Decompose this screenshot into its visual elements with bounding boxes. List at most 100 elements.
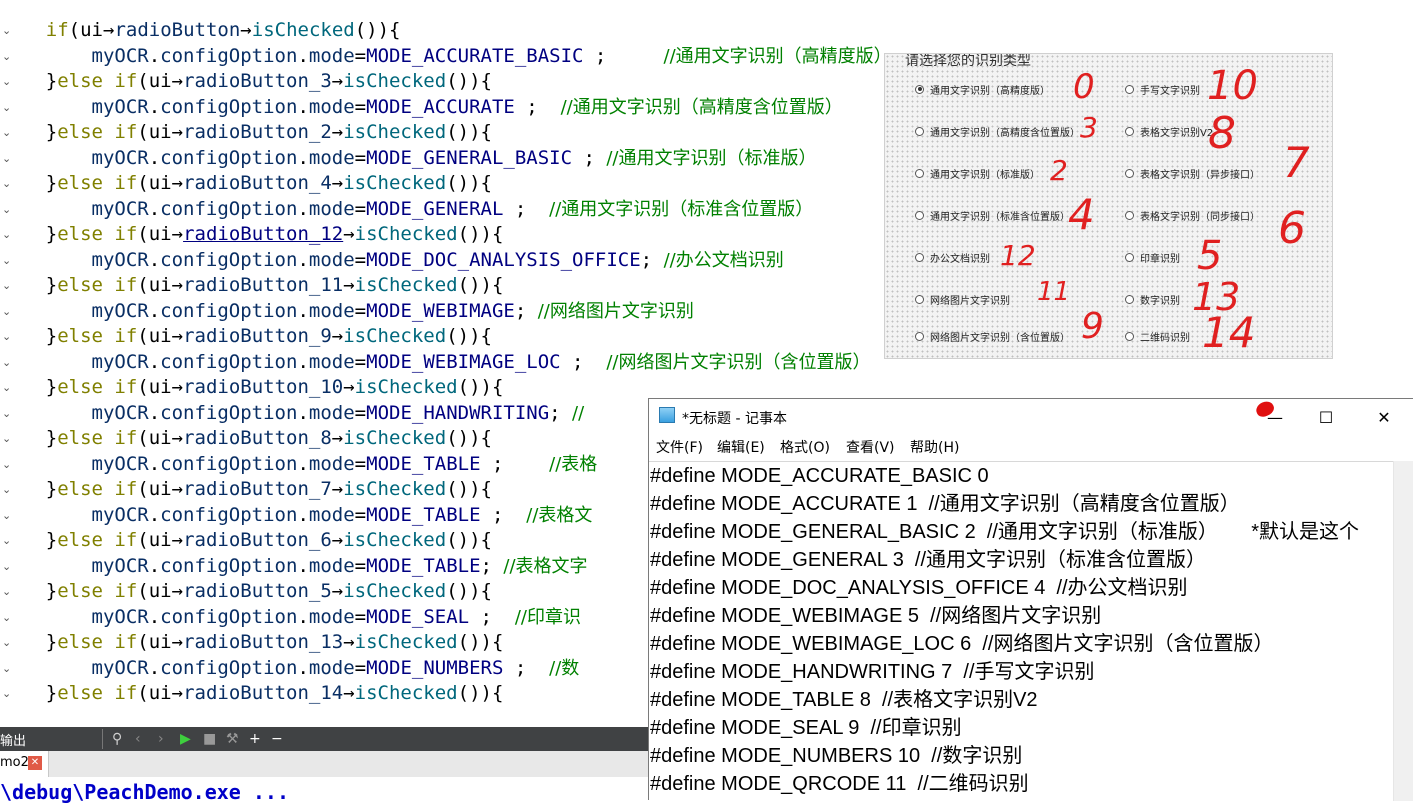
radio-indicator[interactable] [1125, 331, 1134, 341]
radio-label: 表格文字识别（异步接口） [1140, 169, 1260, 181]
code-token: configOption [160, 350, 298, 373]
code-line: myOCR.configOption.mode=MODE_TABLE ; //表… [0, 452, 598, 477]
notepad-text-area[interactable]: #define MODE_ACCURATE_BASIC 0 #define MOD… [649, 461, 1394, 802]
radio-option[interactable]: 网络图片文字识别 [915, 291, 1010, 307]
radio-option[interactable]: 表格文字识别（异步接口） [1125, 165, 1260, 181]
code-token[interactable]: radioButton_12 [183, 223, 343, 245]
code-token: myOCR [91, 656, 149, 679]
close-tab-icon[interactable]: ✕ [28, 756, 42, 770]
radio-indicator[interactable] [915, 84, 924, 94]
code-token: (ui→ [137, 682, 184, 704]
radio-indicator[interactable] [915, 168, 924, 178]
menu-edit[interactable]: 编辑(E) [717, 437, 765, 457]
code-token: MODE_TABLE [366, 452, 481, 475]
close-button[interactable]: ✕ [1361, 403, 1407, 431]
notepad-line: #define MODE_QRCODE 11 //二维码识别 [650, 773, 1029, 795]
radio-indicator[interactable] [1125, 168, 1134, 178]
code-token: else if [57, 376, 138, 398]
code-token: } [45, 631, 58, 653]
radio-option[interactable]: 网络图片文字识别（含位置版） [915, 328, 1070, 344]
radio-indicator[interactable] [1125, 126, 1134, 136]
code-line: myOCR.configOption.mode=MODE_ACCURATE ; … [0, 95, 843, 120]
code-token: (ui→ [137, 478, 184, 500]
menu-file[interactable]: 文件(F) [656, 437, 703, 457]
radio-option[interactable]: 表格文字识别（同步接口） [1125, 207, 1260, 223]
code-token: isChecked [343, 121, 447, 143]
output-tab[interactable]: mo2 ✕ [0, 751, 49, 777]
code-token: ()){ [457, 223, 504, 245]
radio-option[interactable]: 通用文字识别（标准含位置版） [915, 207, 1070, 223]
radio-option[interactable]: 印章识别 [1125, 249, 1180, 265]
code-token: myOCR [91, 554, 149, 577]
output-panel-title: 输出 [0, 734, 27, 749]
code-token: ; [560, 350, 607, 373]
radio-indicator[interactable] [915, 331, 924, 341]
code-token: . [297, 95, 309, 118]
code-token: } [45, 172, 58, 194]
menu-format[interactable]: 格式(O) [780, 437, 830, 457]
code-token: → [343, 274, 355, 296]
code-token: mode [308, 452, 355, 475]
radio-indicator[interactable] [915, 294, 924, 304]
radio-indicator[interactable] [1125, 252, 1134, 262]
code-token: isChecked [343, 325, 447, 347]
next-icon[interactable]: › [158, 731, 164, 747]
radio-indicator[interactable] [915, 252, 924, 262]
code-token: //办公文档识别 [663, 249, 784, 271]
code-token: myOCR [91, 95, 149, 118]
notepad-line: #define MODE_TABLE 8 //表格文字识别V2 [650, 689, 1038, 711]
code-token: myOCR [91, 197, 149, 220]
code-line: myOCR.configOption.mode=MODE_WEBIMAGE; /… [0, 299, 694, 324]
radio-indicator[interactable] [1125, 294, 1134, 304]
code-token: radioButton_8 [183, 427, 332, 449]
code-token: ()){ [457, 376, 504, 398]
plus-icon[interactable]: + [249, 731, 261, 747]
code-token: → [331, 529, 344, 551]
notepad-line: #define MODE_WEBIMAGE_LOC 6 //网络图片文字识别（含… [650, 633, 1274, 655]
notepad-scrollbar[interactable] [1393, 461, 1413, 801]
minimize-button[interactable]: — [1252, 403, 1298, 431]
radio-option[interactable]: 二维码识别 [1125, 328, 1190, 344]
filter-icon[interactable]: ⚲ [112, 731, 122, 747]
prev-icon[interactable]: ‹ [135, 731, 141, 747]
radio-indicator[interactable] [1125, 84, 1134, 94]
radio-label: 表格文字识别V2 [1140, 127, 1214, 139]
notepad-titlebar[interactable]: *无标题 - 记事本 — ☐ ✕ [649, 398, 1413, 431]
code-token: } [45, 529, 58, 551]
notepad-window: *无标题 - 记事本 — ☐ ✕ 文件(F) 编辑(E) 格式(O) 查看(V)… [648, 398, 1413, 802]
code-line: }else if(ui→radioButton_4→isChecked()){ [0, 171, 492, 196]
minus-icon[interactable]: − [271, 731, 283, 747]
menu-view[interactable]: 查看(V) [846, 437, 895, 457]
radio-option[interactable]: 手写文字识别 [1125, 81, 1200, 97]
radio-label: 通用文字识别（标准版） [930, 169, 1040, 181]
radio-indicator[interactable] [915, 126, 924, 136]
radio-option[interactable]: 数字识别 [1125, 291, 1180, 307]
radio-indicator[interactable] [1125, 210, 1134, 220]
menu-help[interactable]: 帮助(H) [910, 437, 959, 457]
code-token: → [331, 580, 344, 602]
maximize-button[interactable]: ☐ [1303, 403, 1349, 431]
radio-option[interactable]: 通用文字识别（高精度含位置版） [915, 123, 1080, 139]
radio-indicator[interactable] [915, 210, 924, 220]
code-line: myOCR.configOption.mode=MODE_NUMBERS ; /… [0, 656, 580, 681]
code-token: isChecked [354, 223, 458, 245]
stop-icon[interactable]: ■ [203, 731, 216, 747]
radio-option[interactable]: 通用文字识别（高精度版） [915, 81, 1050, 97]
run-icon[interactable]: ▶ [180, 731, 191, 747]
code-token: configOption [160, 197, 298, 220]
code-token: . [148, 95, 161, 118]
code-token: //网络图片文字识别（含位置版） [606, 351, 871, 373]
build-icon[interactable]: ⚒ [226, 731, 239, 747]
code-token: radioButton_3 [183, 70, 332, 92]
radio-option[interactable]: 办公文档识别 [915, 249, 990, 265]
radio-option[interactable]: 表格文字识别V2 [1125, 123, 1213, 139]
radio-option[interactable]: 通用文字识别（标准版） [915, 165, 1040, 181]
